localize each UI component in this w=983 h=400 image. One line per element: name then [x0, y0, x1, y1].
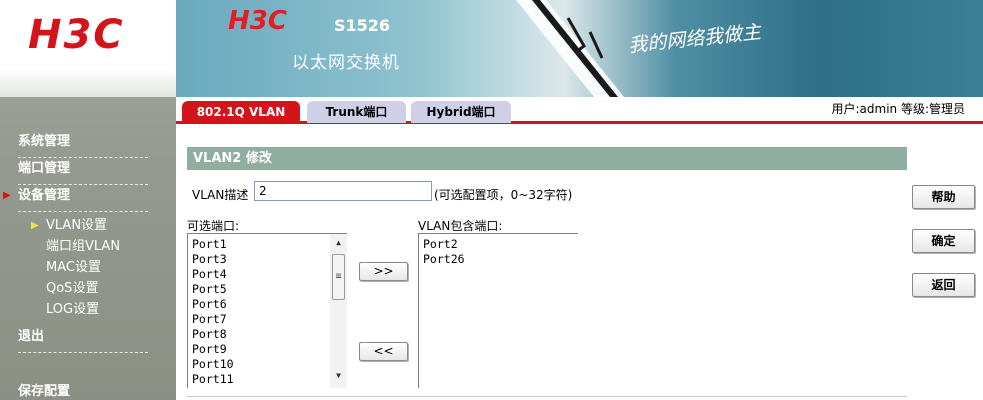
sidebar-item-logout[interactable]: 退出 [18, 328, 148, 353]
list-item[interactable]: Port4 [192, 267, 347, 282]
h3c-logo: H3C [28, 12, 125, 58]
list-item[interactable]: Port10 [192, 357, 347, 372]
remove-port-button[interactable]: << [359, 342, 408, 361]
list-item[interactable]: Port7 [192, 312, 347, 327]
sidebar-item-label: LOG设置 [46, 302, 100, 317]
sidebar-item-port-management[interactable]: 端口管理 [18, 160, 148, 185]
banner-brand: H3C [228, 6, 287, 36]
sidebar-item-label: 端口管理 [18, 161, 71, 176]
sidebar-item-port-group-vlan[interactable]: 端口组VLAN [46, 238, 176, 256]
sidebar-item-vlan-settings[interactable]: ▶ VLAN设置 [31, 217, 176, 235]
sidebar-item-label: 设备管理 [18, 188, 71, 203]
help-button[interactable]: 帮助 [912, 185, 975, 209]
available-ports-list[interactable]: Port1 Port3 Port4 Port5 Port6 Port7 Port… [187, 233, 347, 388]
add-port-button[interactable]: >> [359, 262, 408, 281]
sidebar: H3C 系统管理 端口管理 ▶ 设备管理 ▶ VLAN设置 端口组VLAN MA… [0, 0, 176, 400]
sidebar-item-label: QoS设置 [46, 281, 99, 296]
ok-button[interactable]: 确定 [912, 229, 975, 253]
divider [187, 396, 907, 397]
list-item[interactable]: Port3 [192, 252, 347, 267]
banner-illustration [516, 0, 624, 97]
logo-area: H3C [0, 0, 176, 97]
list-item[interactable]: Port2 [423, 237, 578, 252]
sidebar-item-label: 退出 [18, 329, 45, 344]
banner-subtitle: 以太网交换机 [292, 53, 400, 73]
vlan-desc-input[interactable] [254, 181, 432, 201]
list-item[interactable]: Port5 [192, 282, 347, 297]
list-item[interactable]: Port6 [192, 297, 347, 312]
sidebar-item-label: VLAN设置 [46, 218, 108, 233]
sidebar-item-label: 保存配置 [18, 384, 71, 399]
sidebar-item-device-management[interactable]: ▶ 设备管理 [3, 187, 148, 212]
sidebar-item-save-config[interactable]: 保存配置 [18, 383, 148, 400]
section-title: VLAN2 修改 [187, 147, 907, 170]
scroll-down-icon[interactable]: ▼ [330, 371, 347, 383]
scroll-up-icon[interactable]: ▲ [330, 238, 347, 250]
list-scrollbar[interactable]: ▲ ≡ ▼ [330, 234, 347, 388]
tab-hybrid-port[interactable]: Hybrid端口 [411, 101, 511, 123]
member-ports-list[interactable]: Port2 Port26 [418, 233, 578, 388]
tab-trunk-port[interactable]: Trunk端口 [307, 101, 406, 123]
sidebar-item-log-settings[interactable]: LOG设置 [46, 301, 176, 319]
sidebar-item-system-management[interactable]: 系统管理 [18, 133, 148, 158]
vlan-desc-label: VLAN描述 [192, 188, 249, 202]
banner-model: S1526 [334, 16, 391, 35]
banner-slogan: 我的网络我做主 [627, 21, 762, 57]
sidebar-item-mac-settings[interactable]: MAC设置 [46, 259, 176, 277]
list-item[interactable]: Port8 [192, 327, 347, 342]
list-item[interactable]: Port1 [192, 237, 347, 252]
sidebar-item-label: 端口组VLAN [46, 239, 121, 254]
sidebar-item-qos-settings[interactable]: QoS设置 [46, 280, 176, 298]
scroll-thumb[interactable]: ≡ [332, 254, 345, 300]
list-item[interactable]: Port9 [192, 342, 347, 357]
sidebar-item-label: MAC设置 [46, 260, 101, 275]
tab-8021q-vlan[interactable]: 802.1Q VLAN [182, 101, 300, 123]
sidebar-item-label: 系统管理 [18, 134, 71, 149]
banner: H3C S1526 以太网交换机 我的网络我做主 [176, 0, 983, 97]
expand-arrow-icon: ▶ [3, 190, 11, 201]
list-item[interactable]: Port26 [423, 252, 578, 267]
vlan-desc-hint: (可选配置项，0~32字符) [434, 188, 573, 202]
member-ports-label: VLAN包含端口: [418, 219, 503, 233]
tab-bar: 802.1Q VLAN Trunk端口 Hybrid端口 用户:admin 等级… [176, 97, 983, 124]
available-ports-label: 可选端口: [187, 219, 240, 233]
back-button[interactable]: 返回 [912, 273, 975, 297]
list-item[interactable]: Port11 [192, 372, 347, 387]
user-info: 用户:admin 等级:管理员 [831, 102, 965, 116]
current-item-arrow-icon: ▶ [31, 220, 39, 231]
